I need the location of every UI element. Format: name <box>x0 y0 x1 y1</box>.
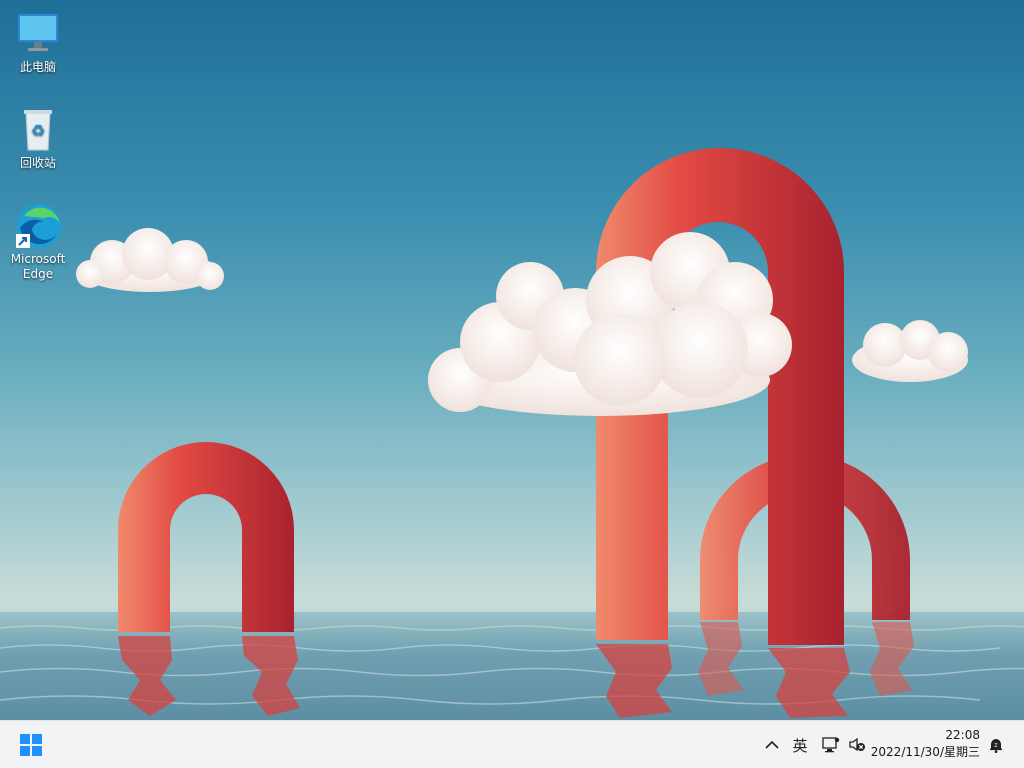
volume-muted-icon <box>849 737 865 752</box>
svg-text:♻: ♻ <box>31 121 45 140</box>
ime-label: 英 <box>792 736 808 755</box>
wallpaper <box>0 148 1024 720</box>
desktop-icon-edge[interactable]: Microsoft Edge <box>4 202 72 282</box>
left-arch <box>118 442 294 632</box>
cloud-small-right <box>852 320 968 382</box>
clock-time: 22:08 <box>945 728 980 742</box>
recycle-bin-icon: ♻ <box>14 106 62 154</box>
network-icon <box>822 737 840 753</box>
svg-text:Z: Z <box>994 743 998 749</box>
volume-button[interactable] <box>846 729 868 761</box>
this-pc-icon <box>14 10 62 58</box>
desktop-icon-label: Microsoft Edge <box>10 252 66 281</box>
tray-overflow-button[interactable] <box>760 729 784 761</box>
start-button[interactable] <box>12 729 50 761</box>
edge-icon <box>14 202 62 250</box>
desktop-icon-label: 回收站 <box>19 156 56 170</box>
ime-indicator[interactable]: 英 <box>788 729 812 761</box>
desktop[interactable]: 此电脑 ♻ 回收站 Microsoft Edge <box>0 0 1024 720</box>
taskbar: 英 22:08 2022/11/30/星期三 Z <box>0 720 1024 768</box>
notification-button[interactable]: Z <box>984 729 1008 761</box>
windows-start-icon <box>20 734 42 756</box>
desktop-icon-this-pc[interactable]: 此电脑 <box>4 10 72 75</box>
clock[interactable]: 22:08 2022/11/30/星期三 <box>871 727 980 761</box>
desktop-icon-recycle-bin[interactable]: ♻ 回收站 <box>4 106 72 171</box>
chevron-up-icon <box>765 740 779 749</box>
network-button[interactable] <box>820 729 842 761</box>
desktop-icon-label: 此电脑 <box>19 60 56 74</box>
notification-bell-icon: Z <box>990 739 1002 753</box>
cloud-small-left <box>76 228 224 292</box>
clock-date: 2022/11/30/星期三 <box>870 745 980 759</box>
